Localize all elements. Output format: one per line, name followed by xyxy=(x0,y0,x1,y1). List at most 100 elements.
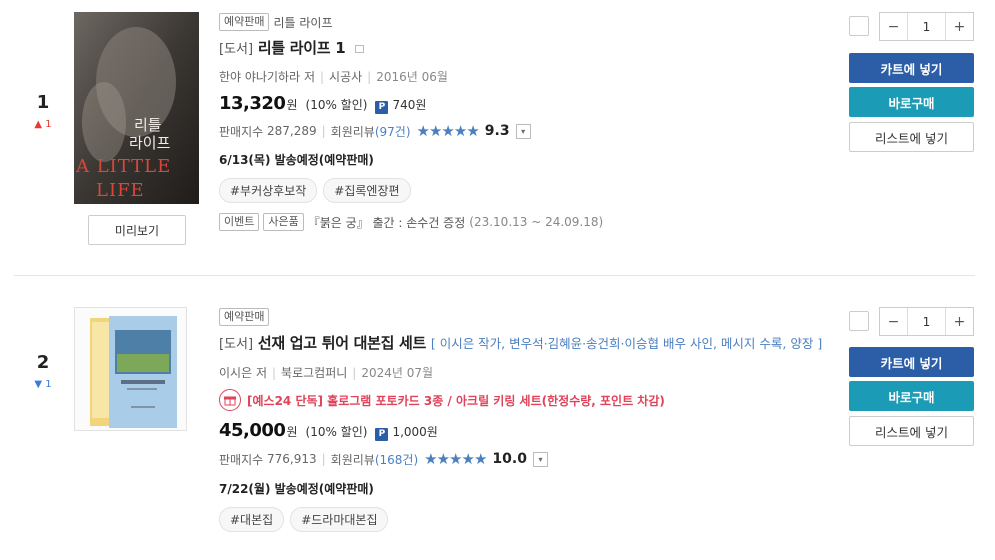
star-rating-icon: ★★★★★ xyxy=(424,450,487,468)
cover-image xyxy=(75,308,186,430)
preview-button[interactable]: 미리보기 xyxy=(88,215,186,245)
cover-title-ko-2: 라이프 xyxy=(129,134,171,152)
author-name[interactable]: 이시은 xyxy=(219,366,252,380)
sales-index: 287,289 xyxy=(267,124,317,138)
promo-text[interactable]: [예스24 단독] 홀로그램 포토카드 3종 / 아크릴 키링 세트(한정수량,… xyxy=(247,392,665,409)
select-checkbox[interactable] xyxy=(849,311,869,331)
rank-number: 2 xyxy=(36,352,50,373)
title-row: [도서] 리틀 라이프 1 xyxy=(219,37,829,61)
discount-rate: (10% 할인) xyxy=(305,98,368,112)
gift-tag: 사은품 xyxy=(263,213,304,231)
cover-title-en-2: LIFE xyxy=(96,180,145,201)
review-count[interactable]: (168건) xyxy=(375,451,418,468)
meta-row: 한야 야나기하라 저 | 시공사 | 2016년 06월 xyxy=(219,70,448,84)
points: 1,000원 xyxy=(392,425,438,439)
rating-score: 9.3 xyxy=(484,123,510,139)
quantity-stepper: − 1 + xyxy=(879,12,974,41)
discount-rate: (10% 할인) xyxy=(305,425,368,439)
arrow-down-icon: ▼ xyxy=(34,379,43,390)
plus-icon[interactable]: + xyxy=(945,13,973,40)
chevron-down-icon[interactable]: ▾ xyxy=(532,451,548,467)
add-to-cart-button[interactable]: 카트에 넣기 xyxy=(849,347,974,377)
add-to-list-button[interactable]: 리스트에 넣기 xyxy=(849,122,974,152)
hashtag[interactable]: #대본집 xyxy=(219,507,285,532)
rating-score: 10.0 xyxy=(492,451,527,467)
chevron-down-icon[interactable]: ▾ xyxy=(515,123,531,139)
product-info: 예약판매 [도서] 선재 업고 튀어 대본집 세트 [ 이시은 작가, 변우석·… xyxy=(219,307,829,532)
promo-row: [예스24 단독] 홀로그램 포토카드 3종 / 아크릴 키링 세트(한정수량,… xyxy=(219,389,829,411)
price-row: 45,000 원 (10% 할인) P 1,000원 xyxy=(219,420,829,441)
buy-now-button[interactable]: 바로구매 xyxy=(849,381,974,411)
buy-now-button[interactable]: 바로구매 xyxy=(849,87,974,117)
product-info: 예약판매 리틀 라이프 [도서] 리틀 라이프 1 한야 야나기하라 저 | 시공사… xyxy=(219,12,829,231)
pub-date: 2024년 07월 xyxy=(361,366,434,380)
points: 740원 xyxy=(392,98,427,112)
status-badge: 예약판매 xyxy=(219,308,270,326)
point-icon: P xyxy=(375,427,389,441)
rank: 2 ▼ 1 xyxy=(14,352,72,390)
rank-change-value: 1 xyxy=(45,379,52,390)
product-title[interactable]: 선재 업고 튀어 대본집 세트 xyxy=(258,334,427,352)
quantity-input[interactable]: 1 xyxy=(908,308,945,335)
arrow-up-icon: ▲ xyxy=(34,119,43,130)
currency: 원 xyxy=(286,425,298,439)
new-window-icon[interactable] xyxy=(355,44,365,53)
event-tag: 이벤트 xyxy=(219,213,260,231)
review-label: 회원리뷰 xyxy=(330,452,375,467)
event-row: 이벤트 사은품 『붉은 궁』 출간 : 손수건 증정 (23.10.13 ~ 2… xyxy=(219,213,829,231)
event-text[interactable]: 『붉은 궁』 출간 : 손수건 증정 xyxy=(308,214,466,231)
author-name[interactable]: 한야 야나기하라 xyxy=(219,70,300,84)
pub-date: 2016년 06월 xyxy=(376,70,448,84)
product-title[interactable]: 리틀 라이프 1 xyxy=(258,39,346,57)
select-checkbox[interactable] xyxy=(849,16,869,36)
meta-row: 이시은 저 | 북로그컴퍼니 | 2024년 07월 xyxy=(219,366,434,380)
sales-index: 776,913 xyxy=(267,452,317,466)
hashtag[interactable]: #드라마대본집 xyxy=(290,507,389,532)
hashtag[interactable]: #부커상후보작 xyxy=(219,178,318,203)
publisher[interactable]: 북로그컴퍼니 xyxy=(281,366,347,380)
shipping-info: 7/22(월) 발송예정(예약판매) xyxy=(219,482,374,496)
rank: 1 ▲ 1 xyxy=(14,92,72,130)
currency: 원 xyxy=(286,98,298,112)
minus-icon[interactable]: − xyxy=(880,13,908,40)
product-subtitle: [ 이시은 작가, 변우석·김혜윤·송건희·이승협 배우 사인, 메시지 수록,… xyxy=(430,336,823,351)
add-to-cart-button[interactable]: 카트에 넣기 xyxy=(849,53,974,83)
sale-price: 13,320 xyxy=(219,93,286,114)
quantity-input[interactable]: 1 xyxy=(908,13,945,40)
minus-icon[interactable]: − xyxy=(880,308,908,335)
point-icon: P xyxy=(375,100,389,114)
sales-row: 판매지수 287,289 | 회원리뷰 (97건) ★★★★★ 9.3 ▾ xyxy=(219,122,829,140)
category-label: [도서] xyxy=(219,42,254,57)
add-to-list-button[interactable]: 리스트에 넣기 xyxy=(849,416,974,446)
review-label: 회원리뷰 xyxy=(330,124,375,139)
rank-change-value: 1 xyxy=(45,119,52,130)
series-link[interactable]: 리틀 라이프 xyxy=(273,14,332,31)
status-badge: 예약판매 xyxy=(219,13,270,31)
cover-title-en-1: A LITTLE xyxy=(75,156,171,177)
hashtag[interactable]: #집록엔장편 xyxy=(323,178,411,203)
hashtag-list: #부커상후보작 #집록엔장편 xyxy=(219,178,829,203)
book-cover[interactable]: 리틀 라이프 A LITTLE LIFE xyxy=(74,12,199,204)
sale-price: 45,000 xyxy=(219,420,286,441)
cover-title-ko-1: 리틀 xyxy=(134,116,162,134)
shipping-info: 6/13(목) 발송예정(예약판매) xyxy=(219,153,374,167)
author-role: 저 xyxy=(303,70,315,84)
plus-icon[interactable]: + xyxy=(945,308,973,335)
sales-label: 판매지수 xyxy=(219,124,264,139)
rank-number: 1 xyxy=(36,92,50,113)
cover-image: 리틀 라이프 A LITTLE LIFE xyxy=(74,12,199,204)
title-row: [도서] 선재 업고 튀어 대본집 세트 [ 이시은 작가, 변우석·김혜윤·송… xyxy=(219,332,829,356)
author-role: 저 xyxy=(255,366,267,380)
product-item-1: 1 ▲ 1 리틀 라이프 A LITTLE LIFE 미리보기 예약판매 리틀 … xyxy=(0,0,995,275)
review-count[interactable]: (97건) xyxy=(375,123,411,140)
gift-icon xyxy=(219,389,241,411)
price-row: 13,320 원 (10% 할인) P 740원 xyxy=(219,93,829,114)
event-period: (23.10.13 ~ 24.09.18) xyxy=(469,215,604,229)
quantity-stepper: − 1 + xyxy=(879,307,974,336)
rank-change: ▲ 1 xyxy=(14,119,72,130)
star-rating-icon: ★★★★★ xyxy=(416,122,480,140)
book-cover[interactable] xyxy=(74,307,187,431)
publisher[interactable]: 시공사 xyxy=(329,70,362,84)
rank-change: ▼ 1 xyxy=(14,379,72,390)
sales-label: 판매지수 xyxy=(219,452,264,467)
